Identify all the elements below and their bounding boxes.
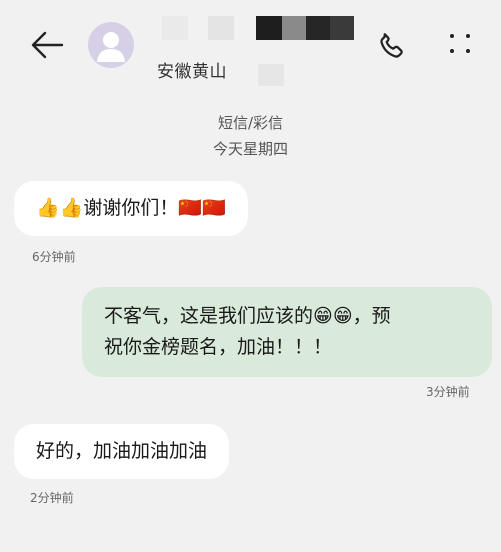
message-text: 好的，加油加油加油 xyxy=(36,440,208,462)
message-text: 不客气，这是我们应该的 xyxy=(104,305,314,327)
thread-channel-label: 短信/彩信 xyxy=(217,114,284,132)
message-bubble-outgoing[interactable]: 不客气，这是我们应该的😁😁，预 祝你金榜题名，加油！！！ xyxy=(82,287,492,377)
message-timestamp: 2分钟前 xyxy=(30,491,74,505)
phone-icon xyxy=(380,33,403,58)
contact-name: 安徽黄山 xyxy=(157,62,227,82)
conversation-header: 安徽黄山 xyxy=(0,0,501,100)
message-text: ，预 xyxy=(352,305,391,327)
message-bubble-incoming[interactable]: 好的，加油加油加油 xyxy=(14,424,230,479)
redacted-fragment xyxy=(258,64,284,86)
message-timestamp: 3分钟前 xyxy=(426,385,470,399)
message-emoji: 🇨🇳🇨🇳 xyxy=(178,197,226,219)
message-bubble-incoming[interactable]: 👍👍谢谢你们！🇨🇳🇨🇳 xyxy=(14,181,248,236)
redacted-number xyxy=(162,16,354,40)
message-line: 不客气，这是我们应该的😁😁，预 xyxy=(104,301,470,332)
message-timestamp: 6分钟前 xyxy=(32,250,76,264)
message-line: 祝你金榜题名，加油！！！ xyxy=(104,336,333,358)
person-avatar-icon xyxy=(97,32,125,62)
avatar[interactable] xyxy=(88,22,134,68)
back-button[interactable] xyxy=(28,28,66,62)
message-text: 谢谢你们！ xyxy=(83,197,179,219)
arrow-left-icon xyxy=(31,31,64,59)
thread-day-label: 今天星期四 xyxy=(212,140,288,158)
message-emoji: 👍👍 xyxy=(36,197,84,219)
call-button[interactable] xyxy=(374,28,410,64)
more-options-button[interactable] xyxy=(444,30,476,62)
message-emoji: 😁😁 xyxy=(313,305,353,327)
